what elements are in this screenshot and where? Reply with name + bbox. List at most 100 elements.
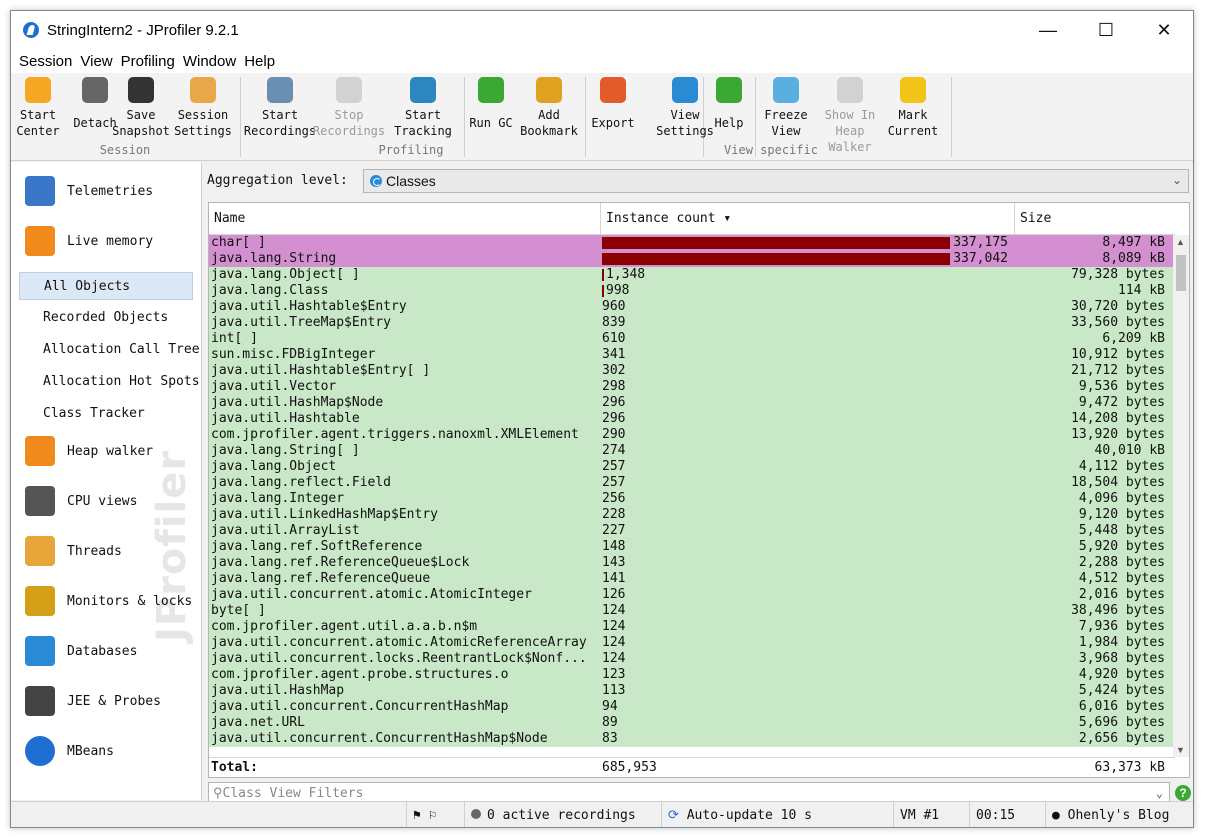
table-row[interactable]: java.util.TreeMap$Entry 839 33,560 bytes bbox=[209, 315, 1175, 331]
table-row[interactable]: java.util.concurrent.ConcurrentHashMap 94… bbox=[209, 699, 1175, 715]
auto-update-status[interactable]: ⟳ Auto-update 10 s bbox=[661, 802, 893, 827]
ribbon-label-line1: Start bbox=[19, 108, 57, 122]
mark-current-button[interactable]: Mark Current bbox=[883, 77, 943, 139]
table-row[interactable]: java.util.Hashtable$Entry 960 30,720 bytes bbox=[209, 299, 1175, 315]
table-row[interactable]: java.lang.reflect.Field 257 18,504 bytes bbox=[209, 475, 1175, 491]
menu-help[interactable]: Help bbox=[240, 53, 279, 70]
table-row[interactable]: java.util.LinkedHashMap$Entry 228 9,120 by… bbox=[209, 507, 1175, 523]
column-header-size[interactable]: Size bbox=[1015, 203, 1175, 235]
detach-button[interactable]: Detach bbox=[73, 77, 117, 131]
sidebar-section-cpu-views[interactable]: CPU views bbox=[25, 486, 137, 516]
table-row[interactable]: java.lang.ref.SoftReference 148 5,920 byte… bbox=[209, 539, 1175, 555]
column-header-instance-count[interactable]: Instance count ▾ bbox=[601, 203, 1015, 235]
sidebar-section-databases[interactable]: Databases bbox=[25, 636, 137, 666]
table-row[interactable]: sun.misc.FDBigInteger 341 10,912 bytes bbox=[209, 347, 1175, 363]
total-row: Total: 685,953 63,373 kB bbox=[209, 757, 1175, 777]
sidebar-item-allocation-call-tree[interactable]: Allocation Call Tree bbox=[43, 342, 200, 357]
start-tracking-button[interactable]: Start Tracking bbox=[391, 77, 455, 139]
save-snapshot-button[interactable]: Save Snapshot bbox=[111, 77, 171, 139]
table-row[interactable]: java.util.HashMap$Node 296 9,472 bytes bbox=[209, 395, 1175, 411]
start-recordings-button[interactable]: Start Recordings bbox=[244, 77, 316, 139]
maximize-button[interactable]: ☐ bbox=[1077, 11, 1135, 49]
table-row[interactable]: java.util.Hashtable$Entry[ ] 302 21,712 by… bbox=[209, 363, 1175, 379]
sidebar-section-monitors-locks[interactable]: Monitors & locks bbox=[25, 586, 192, 616]
scroll-down-icon[interactable]: ▼ bbox=[1176, 745, 1185, 755]
sidebar-item-class-tracker[interactable]: Class Tracker bbox=[43, 406, 145, 421]
table-row[interactable]: com.jprofiler.agent.triggers.nanoxml.XML… bbox=[209, 427, 1175, 443]
table-scrollbar[interactable]: ▲ ▼ bbox=[1173, 235, 1189, 757]
menu-session[interactable]: Session bbox=[15, 53, 76, 70]
table-row[interactable]: java.util.Hashtable 296 14,208 bytes bbox=[209, 411, 1175, 427]
table-row[interactable]: java.lang.Object 257 4,112 bytes bbox=[209, 459, 1175, 475]
scroll-up-icon[interactable]: ▲ bbox=[1176, 237, 1185, 247]
table-row[interactable]: java.util.concurrent.locks.ReentrantLock… bbox=[209, 651, 1175, 667]
show-in-heap-walker-icon bbox=[837, 77, 863, 103]
sidebar-section-threads[interactable]: Threads bbox=[25, 536, 122, 566]
instance-count-value: 610 bbox=[602, 331, 626, 346]
aggregation-level-select[interactable]: Classes ⌄ bbox=[363, 169, 1189, 193]
add-bookmark-button[interactable]: Add Bookmark bbox=[517, 77, 581, 139]
class-name-cell: java.util.Hashtable$Entry bbox=[211, 299, 407, 314]
table-row[interactable]: java.lang.Class 998 114 kB bbox=[209, 283, 1175, 299]
start-center-button[interactable]: Start Center bbox=[13, 77, 63, 139]
class-name-cell: java.util.ArrayList bbox=[211, 523, 360, 538]
menu-window[interactable]: Window bbox=[179, 53, 240, 70]
table-row[interactable]: java.util.HashMap 113 5,424 bytes bbox=[209, 683, 1175, 699]
instance-count-value: 998 bbox=[606, 283, 630, 298]
class-name-cell: java.util.concurrent.ConcurrentHashMap$N… bbox=[211, 731, 548, 746]
table-row[interactable]: int[ ] 610 6,209 kB bbox=[209, 331, 1175, 347]
table-row[interactable]: java.lang.Integer 256 4,096 bytes bbox=[209, 491, 1175, 507]
table-row[interactable]: java.util.ArrayList 227 5,448 bytes bbox=[209, 523, 1175, 539]
table-row[interactable]: java.lang.String 337,042 8,089 kB bbox=[209, 251, 1175, 267]
class-name-cell: java.lang.ref.ReferenceQueue$Lock bbox=[211, 555, 470, 570]
scrollbar-thumb[interactable] bbox=[1176, 255, 1186, 291]
view-settings-icon bbox=[672, 77, 698, 103]
recordings-status[interactable]: 0 active recordings bbox=[464, 802, 661, 827]
bookmark-flag-icon[interactable]: ⚑ ⚐ bbox=[406, 802, 464, 827]
table-row[interactable]: char[ ] 337,175 8,497 kB bbox=[209, 235, 1175, 251]
menu-profiling[interactable]: Profiling bbox=[117, 53, 179, 70]
session-settings-button[interactable]: Session Settings bbox=[173, 77, 233, 139]
filter-help-icon[interactable]: ? bbox=[1175, 785, 1191, 801]
monitors-locks-icon bbox=[25, 586, 55, 616]
sidebar-section-telemetries[interactable]: Telemetries bbox=[25, 176, 153, 206]
status-bar: ⚑ ⚐ 0 active recordings ⟳ Auto-update 10… bbox=[11, 801, 1193, 827]
table-row[interactable]: java.lang.String[ ] 274 40,010 kB bbox=[209, 443, 1175, 459]
stop-recordings-button[interactable]: Stop Recordings bbox=[311, 77, 387, 139]
total-label: Total: bbox=[211, 760, 258, 775]
chevron-down-icon[interactable]: ⌄ bbox=[1156, 786, 1163, 800]
instance-count-value: 960 bbox=[602, 299, 626, 314]
export-button[interactable]: Export bbox=[589, 77, 637, 131]
table-row[interactable]: java.util.concurrent.ConcurrentHashMap$N… bbox=[209, 731, 1175, 747]
sidebar-section-heap-walker[interactable]: Heap walker bbox=[25, 436, 153, 466]
table-row[interactable]: java.lang.Object[ ] 1,348 79,328 bytes bbox=[209, 267, 1175, 283]
sidebar-item-all-objects[interactable]: All Objects bbox=[19, 272, 193, 300]
sidebar-section-live-memory[interactable]: Live memory bbox=[25, 226, 153, 256]
help-button[interactable]: Help bbox=[711, 77, 747, 131]
sidebar-section-jee-probes[interactable]: JEE & Probes bbox=[25, 686, 161, 716]
sidebar-section-mbeans[interactable]: MBeans bbox=[25, 736, 114, 766]
sidebar-item-allocation-hot-spots[interactable]: Allocation Hot Spots bbox=[43, 374, 200, 389]
close-button[interactable]: ✕ bbox=[1135, 11, 1193, 49]
table-row[interactable]: java.lang.ref.ReferenceQueue$Lock 143 2,28… bbox=[209, 555, 1175, 571]
mbeans-icon bbox=[25, 736, 55, 766]
column-header-name[interactable]: Name bbox=[209, 203, 601, 235]
instance-count-value: 89 bbox=[602, 715, 618, 730]
sidebar-item-recorded-objects[interactable]: Recorded Objects bbox=[43, 310, 168, 325]
table-row[interactable]: java.util.concurrent.atomic.AtomicRefere… bbox=[209, 635, 1175, 651]
ribbon-label-line1: View bbox=[670, 108, 700, 122]
menu-view[interactable]: View bbox=[76, 53, 116, 70]
table-row[interactable]: com.jprofiler.agent.util.a.a.b.n$m 124 7,9… bbox=[209, 619, 1175, 635]
filter-placeholder: Class View Filters bbox=[222, 785, 364, 801]
table-row[interactable]: java.util.concurrent.atomic.AtomicIntege… bbox=[209, 587, 1175, 603]
run-gc-button[interactable]: Run GC bbox=[469, 77, 513, 131]
table-row[interactable]: java.lang.ref.ReferenceQueue 141 4,512 byt… bbox=[209, 571, 1175, 587]
table-row[interactable]: java.net.URL 89 5,696 bytes bbox=[209, 715, 1175, 731]
table-row[interactable]: com.jprofiler.agent.probe.structures.o 12… bbox=[209, 667, 1175, 683]
view-settings-button[interactable]: View Settings bbox=[653, 77, 717, 139]
table-row[interactable]: byte[ ] 124 38,496 bytes bbox=[209, 603, 1175, 619]
table-row[interactable]: java.util.Vector 298 9,536 bytes bbox=[209, 379, 1175, 395]
minimize-button[interactable]: — bbox=[1019, 11, 1077, 49]
show-in-heap-walker-button[interactable]: Show In Heap Walker bbox=[811, 77, 889, 155]
freeze-view-button[interactable]: Freeze View bbox=[761, 77, 811, 139]
